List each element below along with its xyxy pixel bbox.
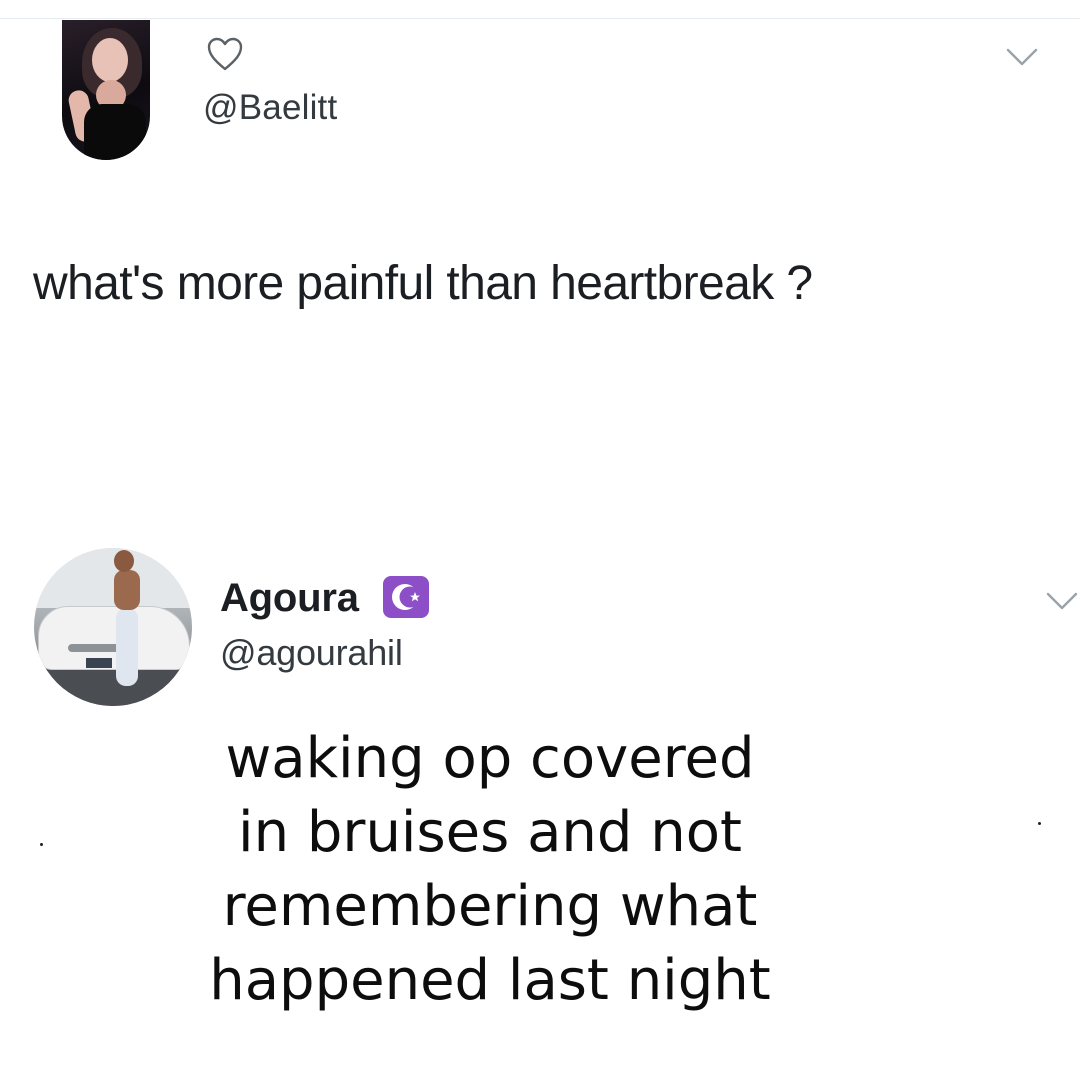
user-handle[interactable]: @agourahil — [220, 632, 403, 674]
speck — [40, 843, 43, 846]
tweet-text: what's more painful than heartbreak ? — [33, 257, 813, 310]
top-divider — [0, 18, 1080, 19]
caption-line: in bruises and not — [238, 800, 742, 865]
speck — [1038, 822, 1041, 825]
heart-icon[interactable] — [206, 36, 244, 72]
user-handle[interactable]: @Baelitt — [203, 88, 337, 128]
meme-caption: waking op covered in bruises and not rem… — [160, 722, 820, 1018]
chevron-down-icon[interactable] — [1045, 590, 1079, 612]
caption-line: remembering what — [222, 874, 758, 939]
crescent-star-icon — [383, 576, 429, 618]
avatar[interactable] — [34, 548, 192, 706]
caption-line: happened last night — [209, 948, 771, 1013]
chevron-down-icon[interactable] — [1005, 46, 1039, 68]
avatar[interactable] — [62, 20, 150, 160]
caption-line: waking op covered — [225, 726, 755, 791]
display-name[interactable]: Agoura — [220, 576, 359, 621]
